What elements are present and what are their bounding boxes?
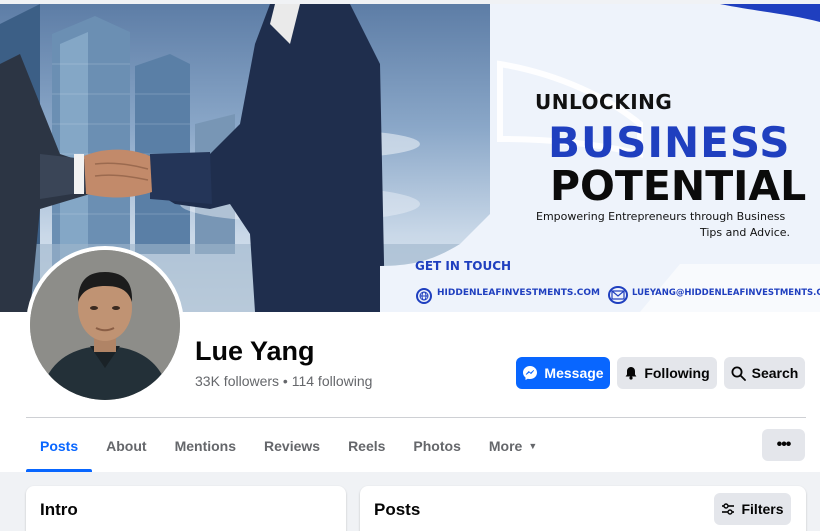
cover-headline-business: BUSINESS — [548, 118, 791, 167]
profile-follow-stats[interactable]: 33K followers • 114 following — [195, 373, 372, 389]
profile-tabs: Posts About Mentions Reviews Reels Photo… — [26, 420, 551, 472]
cover-website: HIDDENLEAFINVESTMENTS.COM — [437, 288, 601, 298]
intro-card: Intro — [26, 486, 346, 531]
tab-reels[interactable]: Reels — [334, 420, 399, 472]
messenger-icon — [523, 366, 538, 380]
cover-tagline-line1: Empowering Entrepreneurs through Busines… — [536, 210, 786, 223]
search-button-label: Search — [751, 365, 799, 381]
tab-posts[interactable]: Posts — [26, 420, 93, 472]
cover-headline-unlocking: UNLOCKING — [535, 90, 673, 114]
tab-reels-label: Reels — [348, 438, 386, 454]
header-divider — [26, 417, 806, 418]
more-options-button[interactable]: ••• — [762, 429, 805, 461]
mail-icon — [608, 286, 628, 304]
tab-more[interactable]: More ▼ — [475, 420, 551, 472]
tab-about-label: About — [106, 438, 147, 454]
filters-icon — [722, 503, 735, 515]
globe-icon — [416, 288, 432, 304]
tab-posts-label: Posts — [40, 438, 79, 454]
tab-photos[interactable]: Photos — [399, 420, 474, 472]
tab-about[interactable]: About — [92, 420, 160, 472]
tab-photos-label: Photos — [413, 438, 461, 454]
message-button[interactable]: Message — [516, 357, 610, 389]
following-button[interactable]: Following — [617, 357, 717, 389]
posts-card: Posts Filters — [360, 486, 806, 531]
cover-get-in-touch: GET IN TOUCH — [415, 259, 512, 273]
bell-icon — [625, 367, 637, 380]
cover-headline-potential: POTENTIAL — [550, 162, 807, 210]
tab-mentions-label: Mentions — [174, 438, 237, 454]
avatar[interactable] — [30, 250, 180, 400]
tab-mentions[interactable]: Mentions — [161, 420, 250, 472]
filters-button-label: Filters — [741, 501, 784, 517]
posts-title: Posts — [374, 500, 421, 519]
search-icon — [731, 366, 746, 381]
avatar-portrait — [30, 250, 180, 400]
intro-title: Intro — [40, 500, 78, 519]
cover-email: LUEYANG@HIDDENLEAFINVESTMENTS.COM — [632, 288, 820, 298]
tab-reviews-label: Reviews — [264, 438, 321, 454]
cover-tagline-line2: Tips and Advice. — [700, 226, 791, 239]
tab-more-label: More — [488, 438, 523, 454]
tab-reviews[interactable]: Reviews — [250, 420, 334, 472]
profile-name: Lue Yang — [195, 336, 315, 366]
search-button[interactable]: Search — [724, 357, 805, 389]
filters-button[interactable]: Filters — [714, 493, 791, 525]
following-button-label: Following — [644, 365, 710, 381]
message-button-label: Message — [544, 365, 604, 381]
caret-down-icon: ▼ — [528, 441, 538, 451]
